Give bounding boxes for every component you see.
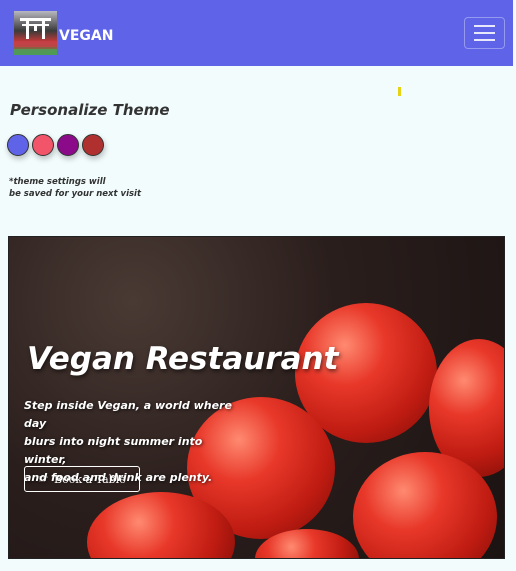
hero-text-line2: blurs into night summer into winter,	[24, 435, 203, 466]
hero-text-line1: Step inside Vegan, a world where day	[24, 399, 232, 430]
hamburger-menu-icon[interactable]	[464, 17, 505, 49]
logo-torii-icon[interactable]	[14, 11, 57, 55]
theme-swatch-blue[interactable]	[7, 134, 29, 156]
theme-swatches	[7, 134, 104, 156]
hero-heading: Vegan Restaurant	[27, 341, 339, 377]
theme-note: *theme settings will be saved for your n…	[9, 176, 149, 200]
book-table-label: Book a Table	[54, 472, 126, 486]
theme-swatch-pink[interactable]	[32, 134, 54, 156]
theme-swatch-red[interactable]	[82, 134, 104, 156]
personalize-theme-heading: Personalize Theme	[10, 101, 170, 119]
decorative-marker	[398, 87, 401, 96]
hero-banner: Vegan Restaurant Step inside Vegan, a wo…	[8, 236, 505, 559]
theme-note-line2: be saved for your next visit	[9, 189, 142, 199]
theme-swatch-purple[interactable]	[57, 134, 79, 156]
theme-note-line1: *theme settings will	[9, 177, 106, 187]
navbar: VEGAN	[0, 0, 513, 66]
book-table-button[interactable]: ☞ Book a Table	[24, 466, 140, 492]
brand-name[interactable]: VEGAN	[59, 28, 113, 44]
hand-pointer-icon: ☞	[38, 472, 50, 486]
